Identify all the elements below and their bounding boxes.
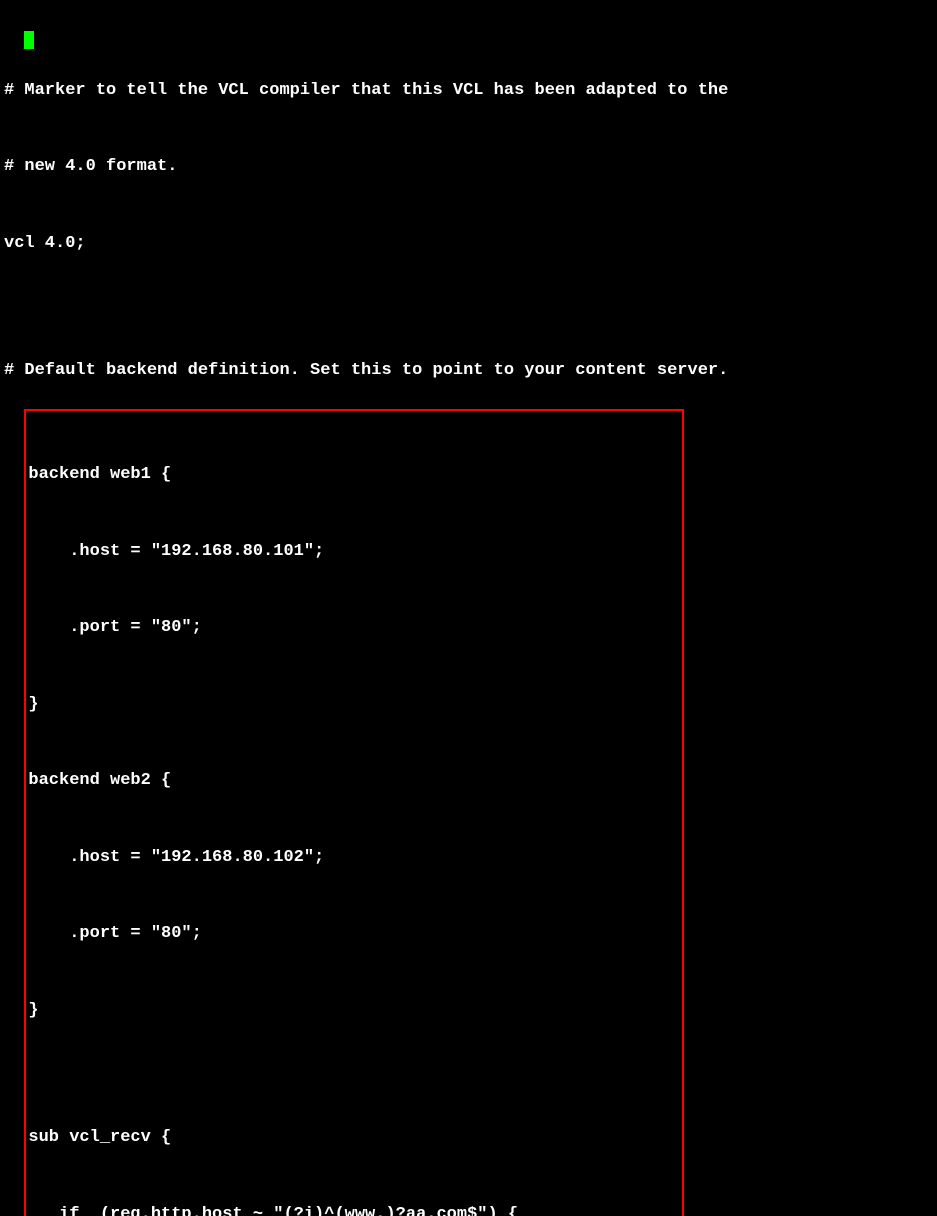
terminal-editor[interactable]: # Marker to tell the VCL compiler that t… xyxy=(0,0,937,1216)
code-line: .host = "192.168.80.101"; xyxy=(26,539,682,565)
code-line: .host = "192.168.80.102"; xyxy=(26,845,682,871)
code-line: .port = "80"; xyxy=(26,921,682,947)
cursor xyxy=(24,31,34,49)
highlighted-code-block: backend web1 { .host = "192.168.80.101";… xyxy=(24,409,684,1216)
code-line: } xyxy=(26,692,682,718)
code-line: backend web2 { xyxy=(26,768,682,794)
code-line: backend web1 { xyxy=(26,462,682,488)
code-line: # Default backend definition. Set this t… xyxy=(4,358,933,384)
code-line: # new 4.0 format. xyxy=(4,154,933,180)
code-line: } xyxy=(26,998,682,1024)
code-line: .port = "80"; xyxy=(26,615,682,641)
code-line: if (req.http.host ~ "(?i)^(www.)?aa.com$… xyxy=(26,1202,682,1216)
code-line: # Marker to tell the VCL compiler that t… xyxy=(4,78,933,104)
code-line: vcl 4.0; xyxy=(4,231,933,257)
code-line: sub vcl_recv { xyxy=(26,1125,682,1151)
